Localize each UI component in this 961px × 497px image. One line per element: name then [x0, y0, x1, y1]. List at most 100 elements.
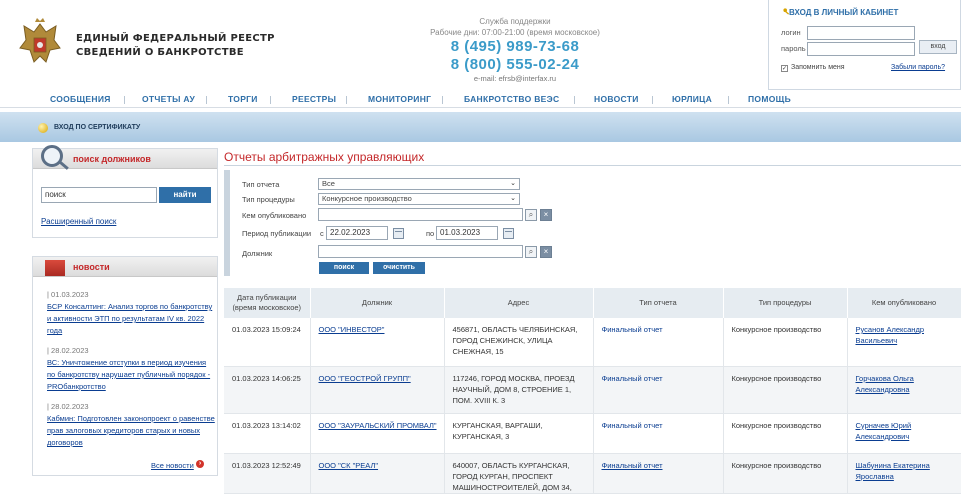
advanced-search-link[interactable]: Расширенный поиск	[41, 217, 116, 226]
col-header-address[interactable]: Адрес	[444, 288, 594, 318]
publisher-link[interactable]: Горчакова Ольга Александровна	[856, 374, 914, 394]
menu-item-reports[interactable]: ОТЧЕТЫ АУ	[142, 94, 195, 104]
col-header-debtor[interactable]: Должник	[310, 288, 445, 318]
debtor-link[interactable]: ООО "СК "РЕАЛ"	[319, 461, 379, 470]
site-header: ЕДИНЫЙ ФЕДЕРАЛЬНЫЙ РЕЕСТР СВЕДЕНИЙ О БАН…	[0, 0, 961, 92]
login-title: ВХОД В ЛИЧНЫЙ КАБИНЕТ	[789, 8, 899, 17]
menu-item-legal-entities[interactable]: ЮРЛИЦА	[672, 94, 712, 104]
certificate-icon	[38, 123, 48, 133]
debtor-search-button[interactable]: найти	[159, 187, 211, 203]
col-header-publisher[interactable]: Кем опубликовано	[847, 288, 961, 318]
debtor-label: Должник	[242, 249, 273, 258]
date-from-label: с	[320, 229, 324, 238]
calendar-icon[interactable]	[393, 228, 404, 239]
procedure-type-value: Конкурсное производство	[322, 194, 412, 203]
procedure-type-select[interactable]: Конкурсное производство ⌄	[318, 193, 520, 205]
publisher-link[interactable]: Шабунина Екатерина Ярославна	[856, 461, 930, 481]
date-to-label: по	[426, 229, 435, 238]
login-input[interactable]	[807, 26, 915, 40]
news-item: | 28.02.2023 Кабмин: Подготовлен законоп…	[47, 401, 215, 449]
cell-procedure: Конкурсное производство	[723, 453, 848, 494]
publisher-link[interactable]: Русанов Александр Васильевич	[856, 325, 925, 345]
news-link[interactable]: ВС: Уничтожение отступки в период изучен…	[47, 357, 215, 393]
report-type-label: Тип отчета	[242, 180, 280, 189]
table-row: 01.03.2023 13:14:02 ООО "ЗАУРАЛЬСКИЙ ПРО…	[224, 413, 961, 454]
news-date: | 01.03.2023	[47, 290, 89, 299]
search-icon[interactable]: ⌕	[525, 209, 537, 221]
col-header-date[interactable]: Дата публикации (время московское)	[224, 288, 311, 318]
remember-label: Запомнить меня	[791, 64, 845, 71]
calendar-icon[interactable]	[503, 228, 514, 239]
login-button[interactable]: вход	[919, 40, 957, 54]
report-filter: Тип отчета Все ⌄ Тип процедуры Конкурсно…	[224, 170, 961, 276]
news-item: | 28.02.2023 ВС: Уничтожение отступки в …	[47, 345, 215, 393]
publisher-input[interactable]	[318, 208, 523, 221]
menu-item-registers[interactable]: РЕЕСТРЫ	[292, 94, 336, 104]
arrow-right-icon[interactable]: ›	[196, 460, 204, 468]
cell-address: 640007, ОБЛАСТЬ КУРГАНСКАЯ, ГОРОД КУРГАН…	[444, 453, 594, 494]
table-header-row: Дата публикации (время московское) Должн…	[224, 288, 961, 318]
remember-checkbox[interactable]: ✓	[781, 65, 788, 72]
publisher-link[interactable]: Сурначев Юрий Александрович	[856, 421, 912, 441]
cell-procedure: Конкурсное производство	[723, 413, 848, 454]
debtor-search-input[interactable]: поиск	[41, 187, 157, 203]
debtor-link[interactable]: ООО "ГЕОСТРОЙ ГРУПП"	[319, 374, 411, 383]
debtor-link[interactable]: ООО "ЗАУРАЛЬСКИЙ ПРОМВАЛ"	[319, 421, 437, 430]
cell-address: 456871, ОБЛАСТЬ ЧЕЛЯБИНСКАЯ, ГОРОД СНЕЖИ…	[444, 318, 594, 367]
table-row: 01.03.2023 15:09:24 ООО "ИНВЕСТОР" 45687…	[224, 318, 961, 367]
clear-icon[interactable]: ×	[540, 209, 552, 221]
report-type-select[interactable]: Все ⌄	[318, 178, 520, 190]
cell-publisher: Русанов Александр Васильевич	[847, 318, 961, 367]
menu-item-help[interactable]: ПОМОЩЬ	[748, 94, 791, 104]
cell-publisher: Шабунина Екатерина Ярославна	[847, 453, 961, 494]
cell-publisher: Сурначев Юрий Александрович	[847, 413, 961, 454]
debtor-input[interactable]	[318, 245, 523, 258]
filter-search-button[interactable]: поиск	[319, 262, 369, 274]
col-header-procedure-type[interactable]: Тип процедуры	[723, 288, 848, 318]
menu-item-monitoring[interactable]: МОНИТОРИНГ	[368, 94, 431, 104]
cell-date: 01.03.2023 13:14:02	[224, 413, 311, 454]
news-item: | 01.03.2023 БСР Консалтинг: Анализ торг…	[47, 289, 215, 337]
filter-clear-button[interactable]: очистить	[373, 262, 425, 274]
cell-date: 01.03.2023 14:06:25	[224, 366, 311, 414]
menu-item-messages[interactable]: СООБЩЕНИЯ	[50, 94, 111, 104]
search-icon[interactable]: ⌕	[525, 246, 537, 258]
date-from-input[interactable]: 22.02.2023	[326, 226, 388, 240]
support-block: Служба поддержки Рабочие дни: 07:00-21:0…	[420, 16, 610, 84]
support-hours: Рабочие дни: 07:00-21:00 (время московск…	[430, 28, 600, 37]
news-box: новости | 01.03.2023 БСР Консалтинг: Ана…	[32, 256, 218, 476]
clear-icon[interactable]: ×	[540, 246, 552, 258]
site-title: ЕДИНЫЙ ФЕДЕРАЛЬНЫЙ РЕЕСТР СВЕДЕНИЙ О БАН…	[76, 32, 275, 60]
support-phone-1: 8 (495) 989-73-68	[450, 38, 580, 55]
password-input[interactable]	[807, 42, 915, 56]
page-title: Отчеты арбитражных управляющих	[224, 150, 425, 164]
cell-date: 01.03.2023 12:52:49	[224, 453, 311, 494]
report-type-value: Все	[322, 179, 335, 188]
certificate-login-link[interactable]: ВХОД ПО СЕРТИФИКАТУ	[54, 124, 140, 131]
reports-table: Дата публикации (время московское) Должн…	[224, 288, 961, 494]
support-email[interactable]: e-mail: efrsb@interfax.ru	[420, 74, 610, 84]
cell-address: КУРГАНСКАЯ, ВАРГАШИ, КУРГАНСКАЯ, 3	[444, 413, 594, 454]
report-link[interactable]: Финальный отчет	[602, 374, 663, 383]
report-link[interactable]: Финальный отчет	[602, 461, 663, 470]
all-news-link[interactable]: Все новости	[151, 461, 194, 470]
login-panel: ВХОД В ЛИЧНЫЙ КАБИНЕТ логин пароль вход …	[768, 0, 961, 90]
debtor-link[interactable]: ООО "ИНВЕСТОР"	[319, 325, 385, 334]
support-label: Служба поддержки	[479, 17, 551, 26]
table-row: 01.03.2023 12:52:49 ООО "СК "РЕАЛ" 64000…	[224, 453, 961, 494]
menu-item-bankruptcy-veas[interactable]: БАНКРОТСТВО ВЕЭС	[464, 94, 559, 104]
cell-procedure: Конкурсное производство	[723, 318, 848, 367]
report-link[interactable]: Финальный отчет	[602, 325, 663, 334]
remember-me[interactable]: ✓ Запомнить меня	[781, 64, 845, 72]
news-link[interactable]: Кабмин: Подготовлен законопроект о равен…	[47, 413, 215, 449]
chevron-down-icon: ⌄	[510, 180, 516, 187]
news-link[interactable]: БСР Консалтинг: Анализ торгов по банкрот…	[47, 301, 215, 337]
date-to-input[interactable]: 01.03.2023	[436, 226, 498, 240]
publisher-label: Кем опубликовано	[242, 211, 307, 220]
report-link[interactable]: Финальный отчет	[602, 421, 663, 430]
cell-publisher: Горчакова Ольга Александровна	[847, 366, 961, 414]
col-header-report-type[interactable]: Тип отчета	[593, 288, 724, 318]
forgot-password-link[interactable]: Забыли пароль?	[891, 64, 945, 71]
menu-item-auctions[interactable]: ТОРГИ	[228, 94, 258, 104]
menu-item-news[interactable]: НОВОСТИ	[594, 94, 639, 104]
